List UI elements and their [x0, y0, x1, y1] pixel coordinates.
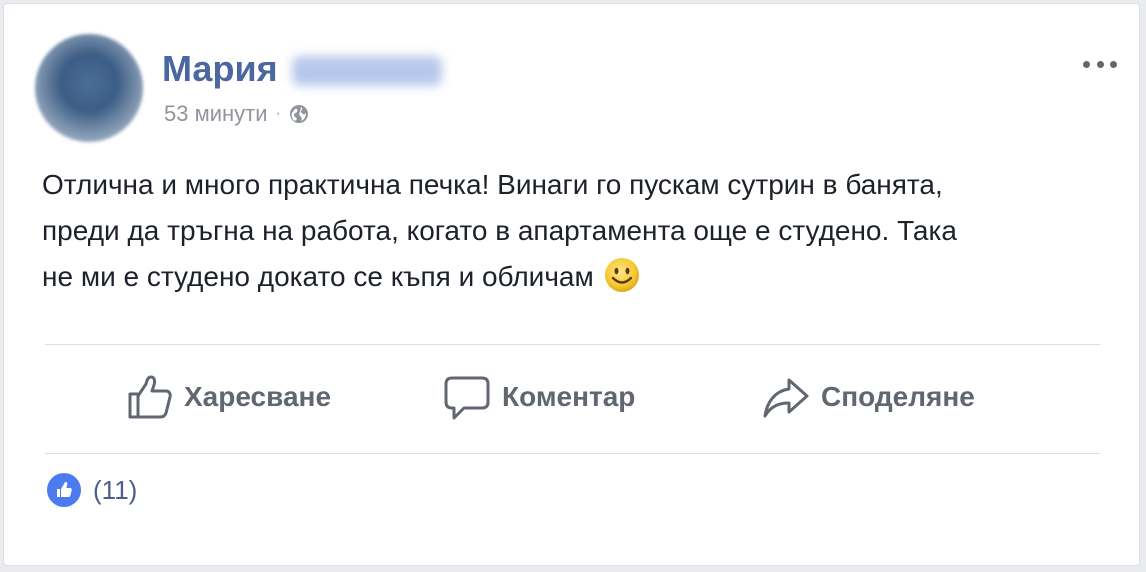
like-badge-icon: [47, 473, 81, 507]
post-text-line: преди да тръгна на работа, когато в апар…: [42, 215, 957, 246]
like-button-label: Харесване: [184, 381, 332, 412]
comment-button[interactable]: Коментар: [442, 369, 635, 425]
globe-icon[interactable]: [289, 104, 309, 124]
post-card: Мария 53 минути · Отлична и много практи…: [3, 3, 1140, 566]
author-surname-blurred: [291, 56, 442, 87]
comment-button-label: Коментар: [502, 381, 636, 412]
slightly-smiling-face-icon: [604, 257, 640, 293]
meta-separator: ·: [275, 105, 281, 122]
divider-bottom: [45, 453, 1100, 454]
reaction-count: (11): [93, 474, 138, 505]
thumbs-up-icon: [128, 375, 172, 419]
post-text-line: Отлична и много практична печка! Винаги …: [42, 169, 943, 200]
reactions-summary[interactable]: (11): [47, 473, 137, 507]
more-options-icon[interactable]: [1083, 54, 1117, 74]
post-text-line-last: не ми е студено докато се къпя и обличам: [42, 254, 1112, 300]
post-text: Отлична и много практична печка! Винаги …: [42, 162, 1112, 300]
share-button-label: Споделяне: [821, 381, 975, 412]
share-icon: [763, 378, 809, 418]
author-name[interactable]: Мария: [162, 48, 442, 90]
post-text-line: не ми е студено докато се къпя и обличам: [42, 261, 594, 292]
author-first-name[interactable]: Мария: [162, 48, 278, 89]
post-timestamp[interactable]: 53 минути: [164, 101, 268, 127]
comment-icon: [444, 376, 490, 420]
share-button[interactable]: Споделяне: [761, 369, 975, 425]
divider-top: [45, 344, 1100, 345]
avatar[interactable]: [35, 34, 143, 142]
like-button[interactable]: Харесване: [124, 369, 331, 425]
post-meta: 53 минути ·: [164, 101, 309, 127]
